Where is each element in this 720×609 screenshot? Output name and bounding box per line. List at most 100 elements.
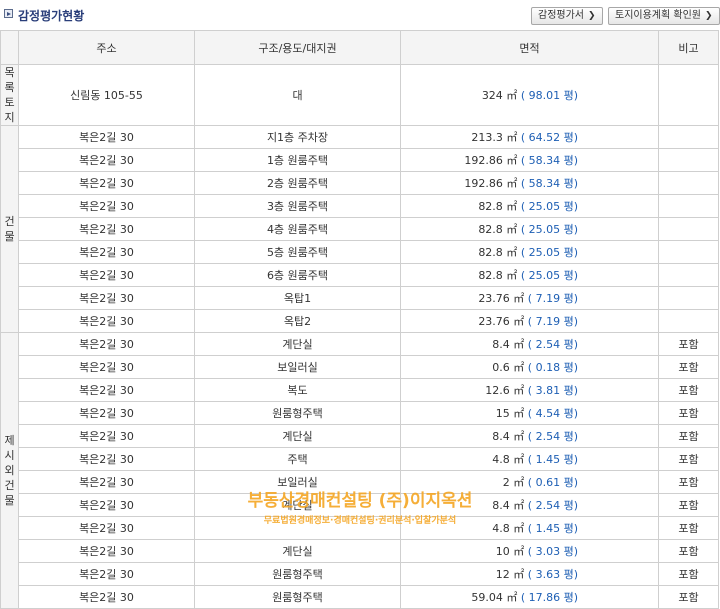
structure-cell: 2층 원룸주택 — [194, 171, 401, 195]
note-cell: 포함 — [658, 424, 719, 448]
table-row: 복은2길 30 계단실 10 ㎡ ( 3.03 평) 포함 — [1, 539, 719, 563]
note-cell — [658, 171, 719, 195]
area-pyeong: ( 25.05 평) — [520, 223, 578, 236]
area-sqm: 8.4 ㎡ — [492, 499, 528, 512]
area-cell: 8.4 ㎡ ( 2.54 평) — [400, 493, 659, 517]
note-cell — [658, 309, 719, 333]
address-cell: 복은2길 30 — [18, 585, 195, 609]
structure-cell: 5층 원룸주택 — [194, 240, 401, 264]
structure-cell: 3층 원룸주택 — [194, 194, 401, 218]
area-cell: 15 ㎡ ( 4.54 평) — [400, 401, 659, 425]
structure-cell: 보일러실 — [194, 355, 401, 379]
table-row: 목 록 토 지 신림동 105-55 대 324 ㎡ ( 98.01 평) — [0, 64, 719, 126]
table-row: 복은2길 30 옥탑2 23.76 ㎡ ( 7.19 평) — [1, 309, 719, 333]
land-use-plan-button-label: 토지이용계획 확인원 — [615, 10, 701, 21]
structure-cell: 원룸형주택 — [194, 562, 401, 586]
area-sqm: 213.3 ㎡ — [471, 131, 521, 144]
note-cell: 포함 — [658, 355, 719, 379]
table-row: 복은2길 30 보일러실 0.6 ㎡ ( 0.18 평) 포함 — [1, 355, 719, 379]
table-row: 복은2길 30 4.8 ㎡ ( 1.45 평) 포함 — [1, 516, 719, 540]
address-cell: 복은2길 30 — [18, 309, 195, 333]
area-cell: 192.86 ㎡ ( 58.34 평) — [400, 171, 659, 195]
note-cell — [658, 148, 719, 172]
table-row: 복은2길 30 복도 12.6 ㎡ ( 3.81 평) 포함 — [1, 378, 719, 402]
structure-cell: 주택 — [194, 447, 401, 471]
chevron-right-icon: ❯ — [588, 11, 596, 21]
table-row: 복은2길 30 주택 4.8 ㎡ ( 1.45 평) 포함 — [1, 447, 719, 471]
area-cell: 10 ㎡ ( 3.03 평) — [400, 539, 659, 563]
area-sqm: 59.04 ㎡ — [471, 591, 521, 604]
area-sqm: 2 ㎡ — [502, 476, 528, 489]
table-row: 제 시 외 건 물 복은2길 30 계단실 8.4 ㎡ ( 2.54 평) 포함 — [0, 332, 719, 609]
area-cell: 12 ㎡ ( 3.63 평) — [400, 562, 659, 586]
area-sqm: 23.76 ㎡ — [478, 315, 528, 328]
appraisal-table: 주소 구조/용도/대지권 면적 비고 목 록 토 지 신림동 105-55 대 324… — [0, 30, 719, 609]
structure-cell: 계단실 — [194, 493, 401, 517]
area-pyeong: ( 4.54 평) — [527, 407, 578, 420]
area-cell: 82.8 ㎡ ( 25.05 평) — [400, 194, 659, 218]
chevron-right-icon: ❯ — [704, 11, 713, 21]
area-sqm: 324 ㎡ — [481, 89, 521, 102]
area-pyeong: ( 58.34 평) — [520, 177, 578, 190]
column-header-note: 비고 — [658, 30, 719, 65]
address-cell: 복은2길 30 — [18, 217, 195, 241]
address-cell: 복은2길 30 — [18, 263, 195, 287]
table-row: 복은2길 30 6층 원룸주택 82.8 ㎡ ( 25.05 평) — [1, 263, 719, 287]
appraisal-report-button-label: 감정평가서 — [538, 10, 584, 21]
note-cell: 포함 — [658, 470, 719, 494]
structure-cell: 옥탑1 — [194, 286, 401, 310]
area-sqm: 82.8 ㎡ — [478, 269, 521, 282]
category-label: 건 물 — [0, 125, 19, 333]
area-sqm: 82.8 ㎡ — [478, 200, 521, 213]
area-pyeong: ( 1.45 평) — [527, 453, 578, 466]
address-cell: 복은2길 30 — [18, 562, 195, 586]
note-cell — [658, 64, 719, 126]
address-cell: 복은2길 30 — [18, 332, 195, 356]
area-cell: 4.8 ㎡ ( 1.45 평) — [400, 516, 659, 540]
area-cell: 59.04 ㎡ ( 17.86 평) — [400, 585, 659, 609]
address-cell: 복은2길 30 — [18, 539, 195, 563]
area-cell: 82.8 ㎡ ( 25.05 평) — [400, 240, 659, 264]
note-cell: 포함 — [658, 401, 719, 425]
area-sqm: 192.86 ㎡ — [464, 177, 521, 190]
land-use-plan-button[interactable]: 토지이용계획 확인원 ❯ — [608, 7, 720, 25]
category-label: 목 록 토 지 — [0, 64, 19, 126]
area-sqm: 12.6 ㎡ — [485, 384, 528, 397]
section-header: 감정평가현황 감정평가서 ❯ 토지이용계획 확인원 ❯ — [0, 0, 720, 30]
area-sqm: 4.8 ㎡ — [492, 453, 528, 466]
table-row: 복은2길 30 1층 원룸주택 192.86 ㎡ ( 58.34 평) — [1, 148, 719, 172]
area-cell: 4.8 ㎡ ( 1.45 평) — [400, 447, 659, 471]
area-sqm: 82.8 ㎡ — [478, 223, 521, 236]
area-pyeong: ( 2.54 평) — [527, 499, 578, 512]
area-pyeong: ( 3.81 평) — [527, 384, 578, 397]
area-sqm: 8.4 ㎡ — [492, 430, 528, 443]
address-cell: 복은2길 30 — [18, 286, 195, 310]
area-sqm: 23.76 ㎡ — [478, 292, 528, 305]
column-header-area: 면적 — [400, 30, 659, 65]
table-row: 복은2길 30 계단실 8.4 ㎡ ( 2.54 평) 포함 — [1, 424, 719, 448]
area-pyeong: ( 25.05 평) — [520, 269, 578, 282]
column-header-structure: 구조/용도/대지권 — [194, 30, 401, 65]
column-header-address: 주소 — [18, 30, 195, 65]
structure-cell: 6층 원룸주택 — [194, 263, 401, 287]
area-cell: 82.8 ㎡ ( 25.05 평) — [400, 217, 659, 241]
address-cell: 복은2길 30 — [18, 447, 195, 471]
area-cell: 82.8 ㎡ ( 25.05 평) — [400, 263, 659, 287]
area-cell: 12.6 ㎡ ( 3.81 평) — [400, 378, 659, 402]
table-header-row: 주소 구조/용도/대지권 면적 비고 — [0, 30, 719, 65]
area-cell: 192.86 ㎡ ( 58.34 평) — [400, 148, 659, 172]
address-cell: 복은2길 30 — [18, 171, 195, 195]
header-corner — [0, 30, 19, 65]
note-cell: 포함 — [658, 447, 719, 471]
structure-cell: 옥탑2 — [194, 309, 401, 333]
area-cell: 23.76 ㎡ ( 7.19 평) — [400, 286, 659, 310]
table-row: 복은2길 30 3층 원룸주택 82.8 ㎡ ( 25.05 평) — [1, 194, 719, 218]
appraisal-report-button[interactable]: 감정평가서 ❯ — [531, 7, 603, 25]
table-row: 복은2길 30 5층 원룸주택 82.8 ㎡ ( 25.05 평) — [1, 240, 719, 264]
table-row: 복은2길 30 원룸형주택 15 ㎡ ( 4.54 평) 포함 — [1, 401, 719, 425]
structure-cell: 복도 — [194, 378, 401, 402]
note-cell: 포함 — [658, 493, 719, 517]
address-cell: 복은2길 30 — [18, 148, 195, 172]
address-cell: 복은2길 30 — [18, 516, 195, 540]
structure-cell: 4층 원룸주택 — [194, 217, 401, 241]
